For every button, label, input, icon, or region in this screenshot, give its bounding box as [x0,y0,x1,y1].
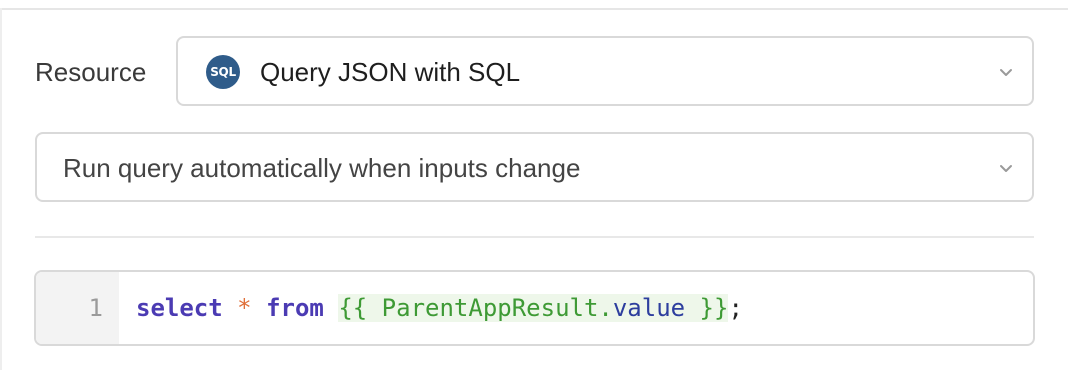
query-editor-panel: Resource SQL Query JSON with SQL Run que… [0,0,1068,370]
resource-selected-value: Query JSON with SQL [260,57,521,87]
template-expression: {{ ParentAppResult.value }} [338,294,729,322]
line-number: 1 [88,294,103,322]
operator-star: * [237,294,252,322]
chevron-down-icon [1000,165,1012,172]
keyword-select: select [136,294,223,322]
run-trigger-selected-value: Run query automatically when inputs chan… [63,153,581,183]
chevron-down-icon [1000,69,1012,76]
sql-code-editor[interactable]: 1 select * from {{ ParentAppResult.value… [34,270,1035,346]
semicolon: ; [728,294,743,322]
left-border [0,8,2,370]
resource-label: Resource [35,57,147,87]
code-line[interactable]: select * from {{ ParentAppResult.value }… [136,292,743,324]
line-number-gutter: 1 [36,272,119,344]
template-identifier: ParentAppResult. [381,294,613,322]
template-property: value [612,294,686,322]
run-trigger-select[interactable]: Run query automatically when inputs chan… [35,132,1034,202]
template-close: }} [685,294,729,322]
top-divider [0,8,1068,10]
template-open: {{ [338,294,382,322]
keyword-from: from [266,294,324,322]
sql-icon: SQL [206,55,240,89]
section-divider [35,236,1034,238]
resource-select[interactable]: SQL Query JSON with SQL [176,36,1034,106]
